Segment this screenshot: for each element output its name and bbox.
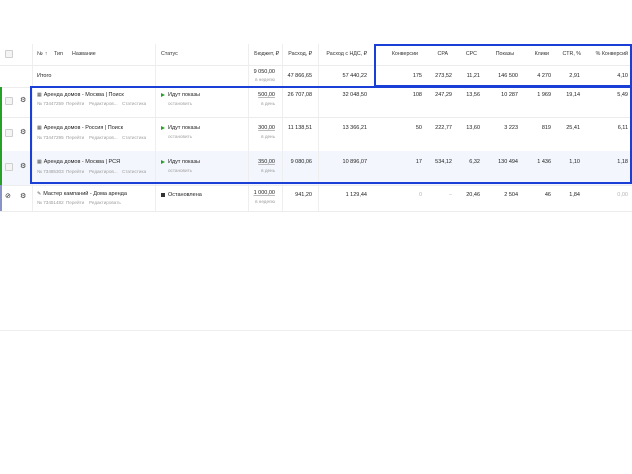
gear-icon[interactable]: ⚙ <box>20 192 26 200</box>
total-spend: 47 866,65 <box>287 73 312 79</box>
total-budget-period: в неделю <box>255 77 275 82</box>
total-label: Итого <box>37 73 52 79</box>
column-name[interactable]: Название <box>72 51 96 58</box>
sort-arrow-icon: ↑ <box>44 51 48 57</box>
campaign-id: № 73451482 <box>37 200 64 205</box>
bottom-divider <box>0 330 632 331</box>
row-checkbox[interactable] <box>5 163 13 171</box>
row-checkbox[interactable] <box>5 129 13 137</box>
column-type[interactable]: Тип <box>54 51 63 58</box>
wand-icon: ✎ <box>37 191 42 197</box>
column-number[interactable]: № ↑ <box>37 51 47 58</box>
metrics-highlight-box <box>374 44 632 87</box>
help-icon[interactable]: ⊘ <box>5 193 11 200</box>
stopped-stripe <box>0 185 2 211</box>
column-spend[interactable]: Расход, ₽ <box>288 51 312 58</box>
ctr: 1,84 <box>569 192 580 198</box>
active-stripe <box>0 151 2 185</box>
spend-vat: 1 129,44 <box>345 192 367 198</box>
gear-icon[interactable]: ⚙ <box>20 96 26 104</box>
spend: 941,20 <box>295 192 312 198</box>
stop-icon <box>161 192 165 197</box>
select-all-checkbox[interactable] <box>5 50 13 58</box>
impressions: 2 504 <box>504 192 518 198</box>
budget-value[interactable]: 1 000,00 <box>254 190 275 197</box>
column-budget[interactable]: Бюджет, ₽ <box>254 51 279 58</box>
row-checkbox[interactable] <box>5 97 13 105</box>
active-stripe <box>0 117 2 151</box>
gear-icon[interactable]: ⚙ <box>20 162 26 170</box>
gear-icon[interactable]: ⚙ <box>20 128 26 136</box>
table-row: ⊘ ⚙ ✎ Мастер кампаний - Дома аренда № 734… <box>0 185 632 212</box>
cpc: 20,46 <box>466 192 480 198</box>
budget-period: в неделю <box>255 199 275 204</box>
edit-link[interactable]: Редактировать <box>89 199 121 206</box>
go-link[interactable]: Перейти <box>66 199 84 206</box>
total-budget: 9 050,00 <box>253 69 275 75</box>
conversions: 0 <box>418 192 422 198</box>
campaign-name[interactable]: ✎ Мастер кампаний - Дома аренда <box>37 191 127 198</box>
total-spend-vat: 57 440,22 <box>342 73 367 79</box>
active-stripe <box>0 87 2 117</box>
cpa: – <box>448 192 452 198</box>
column-status[interactable]: Статус <box>161 51 178 58</box>
column-spend-vat[interactable]: Расход с НДС, ₽ <box>326 51 367 58</box>
conv-rate: 0,00 <box>617 192 628 198</box>
rows-highlight-box <box>30 86 632 184</box>
clicks: 46 <box>544 192 551 198</box>
status: Остановлена <box>161 192 202 199</box>
